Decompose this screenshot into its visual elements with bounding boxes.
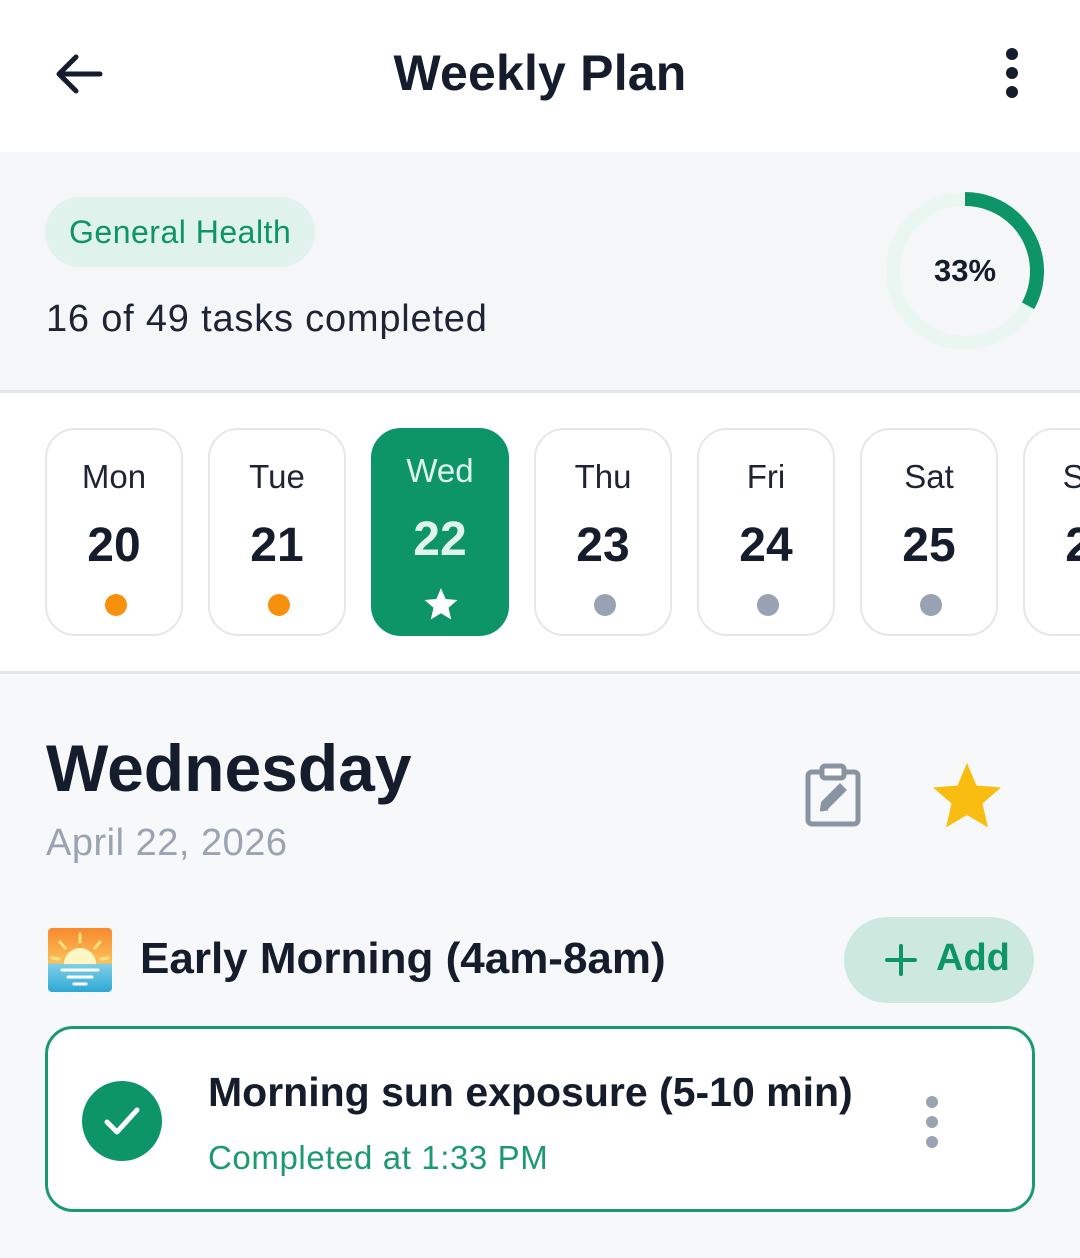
more-options-button[interactable] [990, 46, 1034, 102]
star-icon [933, 763, 1001, 828]
add-task-label: Add [936, 937, 1010, 979]
day-card-mon[interactable]: Mon 20 [45, 428, 183, 636]
day-number: 22 [413, 513, 467, 566]
plus-icon [885, 944, 917, 976]
checkmark-icon [104, 1107, 140, 1135]
day-name: Mon [81, 458, 147, 495]
day-status-dot [105, 594, 127, 616]
day-status-dot [920, 594, 942, 616]
app-header: Weekly Plan [0, 0, 1080, 152]
divider [0, 671, 1080, 674]
day-name: Tue [249, 458, 305, 495]
task-card[interactable]: Morning sun exposure (5-10 min) Complete… [45, 1026, 1035, 1212]
day-selector[interactable]: Mon 20 Tue 21 Wed 22 Thu 23 Fri 24 Sat 25 Sun 26 [0, 393, 1080, 673]
selected-day-date: April 22, 2026 [46, 822, 288, 864]
day-card-tue[interactable]: Tue 21 [208, 428, 346, 636]
day-name: Wed [406, 452, 474, 489]
day-card-sat[interactable]: Sat 25 [860, 428, 998, 636]
tasks-completed-text: 16 of 49 tasks completed [46, 298, 488, 340]
star-icon [424, 588, 458, 620]
day-card-sun[interactable]: Sun 26 [1023, 428, 1080, 636]
day-status-dot [268, 594, 290, 616]
day-card-fri[interactable]: Fri 24 [697, 428, 835, 636]
task-completed-time: Completed at 1:33 PM [208, 1139, 549, 1176]
task-title: Morning sun exposure (5-10 min) [208, 1069, 853, 1115]
sunrise-icon [48, 928, 112, 992]
day-number: 20 [87, 519, 141, 572]
day-name: Thu [574, 458, 632, 495]
task-options-button[interactable] [914, 1095, 950, 1149]
day-number: 23 [576, 519, 630, 572]
day-name: Sat [904, 458, 954, 495]
page-title: Weekly Plan [393, 45, 687, 101]
progress-percent: 33% [933, 253, 997, 288]
day-number: 24 [739, 519, 793, 572]
more-vertical-icon [1006, 48, 1018, 98]
time-block-title: Early Morning (4am-8am) [140, 934, 666, 983]
weekly-plan-screen: Weekly Plan General Health 16 of 49 task… [0, 0, 1080, 1258]
day-number: 25 [902, 519, 956, 572]
day-status-dot [594, 594, 616, 616]
favorite-day-button[interactable] [930, 760, 1004, 832]
selected-day-title: Wednesday [46, 731, 412, 805]
more-vertical-icon [926, 1096, 938, 1148]
day-name: Fri [746, 458, 786, 495]
day-number: 26 [1065, 519, 1080, 572]
add-task-button[interactable]: Add [844, 917, 1034, 1003]
day-notes-button[interactable] [800, 762, 866, 828]
day-name: Sun [1062, 458, 1080, 495]
plan-summary: General Health 16 of 49 tasks completed … [0, 152, 1080, 390]
task-complete-toggle[interactable] [82, 1081, 162, 1161]
day-number: 21 [250, 519, 304, 572]
day-card-thu[interactable]: Thu 23 [534, 428, 672, 636]
category-chip[interactable]: General Health [45, 197, 316, 267]
clipboard-edit-icon [805, 763, 861, 827]
day-status-dot [757, 594, 779, 616]
day-card-wed[interactable]: Wed 22 [371, 428, 509, 636]
